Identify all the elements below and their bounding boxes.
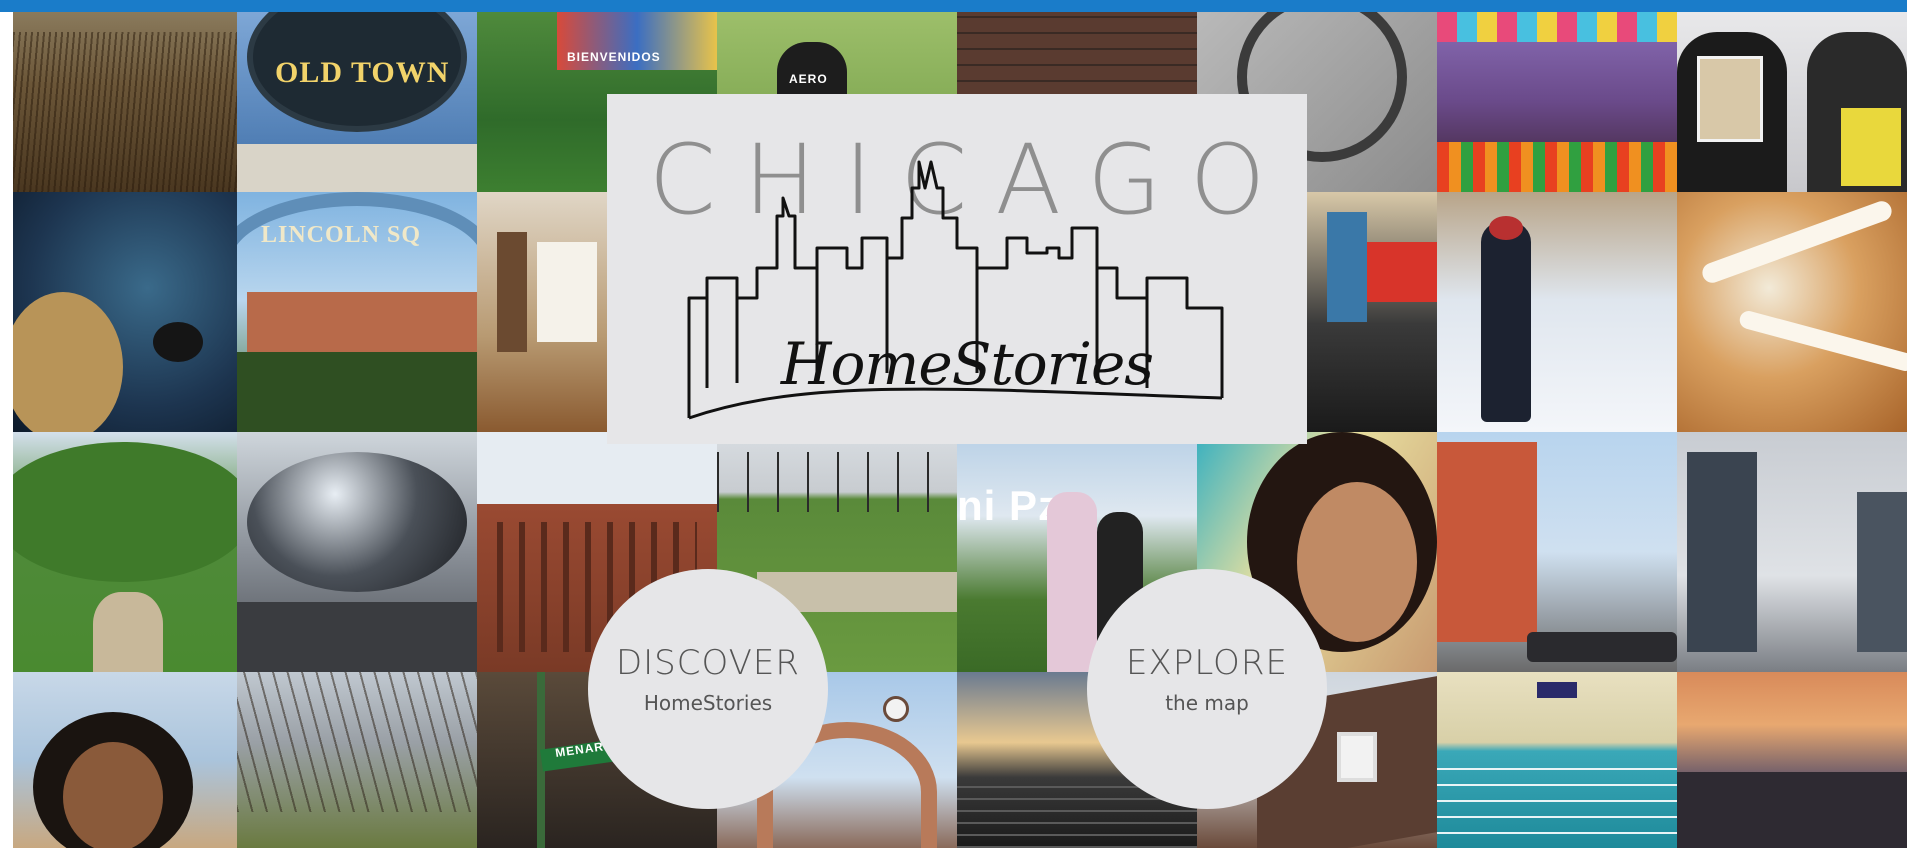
street-trees bbox=[237, 352, 477, 432]
photo-cloud-gate bbox=[237, 432, 477, 672]
top-accent-bar bbox=[0, 0, 1907, 12]
lincoln-sign-text: LINCOLN SQ bbox=[261, 222, 422, 248]
fence bbox=[717, 452, 957, 512]
tower-right bbox=[1857, 492, 1907, 652]
photo-park-path bbox=[13, 432, 237, 672]
red-wall bbox=[1357, 242, 1437, 302]
blue-wall bbox=[1327, 212, 1367, 322]
book-photo bbox=[1697, 56, 1763, 142]
fish bbox=[153, 322, 203, 362]
icing-drizzle bbox=[1699, 198, 1895, 286]
discover-title: DISCOVER bbox=[615, 643, 801, 683]
photo-pastry bbox=[1677, 192, 1907, 432]
bienvenidos-sign-text: BIENVENIDOS bbox=[567, 50, 661, 64]
grass-texture bbox=[13, 32, 237, 192]
shirt-text: AERO bbox=[789, 72, 828, 86]
photo-lakefront-portrait bbox=[13, 672, 237, 848]
plaza-ground bbox=[237, 602, 477, 672]
photo-aquarium-coral bbox=[13, 192, 237, 432]
old-town-sign-text: OLD TOWN bbox=[275, 56, 450, 89]
exhibit-panel-dark bbox=[497, 232, 527, 352]
left-gutter bbox=[0, 12, 13, 848]
face bbox=[1297, 482, 1417, 642]
photo-ofrenda-altar bbox=[1437, 12, 1677, 192]
photo-rainy-skyline bbox=[1677, 432, 1907, 672]
explore-map-button[interactable]: EXPLORE the map bbox=[1087, 569, 1327, 809]
book-yellow bbox=[1841, 108, 1901, 186]
window bbox=[1337, 732, 1377, 782]
explore-subtitle: the map bbox=[1165, 691, 1249, 715]
rooftops bbox=[1677, 772, 1907, 848]
red-hat bbox=[1489, 216, 1523, 240]
building-facade bbox=[237, 144, 477, 192]
discover-homestories-button[interactable]: DISCOVER HomeStories bbox=[588, 569, 828, 809]
bare-branches bbox=[237, 672, 477, 812]
explore-title: EXPLORE bbox=[1126, 643, 1288, 683]
photo-winter-trees bbox=[237, 672, 477, 848]
pool-lanes bbox=[1437, 762, 1677, 848]
altar-flowers bbox=[1437, 142, 1677, 192]
photo-students-books bbox=[1677, 12, 1907, 192]
walking-person bbox=[1481, 222, 1531, 422]
photo-old-town-sign: OLD TOWN bbox=[237, 12, 477, 192]
bean-sculpture bbox=[247, 452, 467, 592]
photo-prairie-grass bbox=[13, 12, 237, 192]
scoreboard bbox=[1537, 682, 1577, 698]
photo-street-corner bbox=[1437, 432, 1677, 672]
photo-lincoln-square: LINCOLN SQ bbox=[237, 192, 477, 432]
footpath bbox=[93, 592, 163, 672]
tower-left bbox=[1687, 452, 1757, 652]
photo-sunset-rooftops bbox=[1677, 672, 1907, 848]
red-building bbox=[1437, 442, 1537, 642]
hero-script-title: HomeStories bbox=[780, 330, 1154, 398]
exhibit-panel bbox=[537, 242, 597, 342]
hero-logo-panel: CHICAGO HomeStories bbox=[607, 94, 1307, 444]
icing-drizzle-2 bbox=[1737, 309, 1907, 373]
photo-snow-walk bbox=[1437, 192, 1677, 432]
coral-left bbox=[13, 292, 123, 432]
discover-subtitle: HomeStories bbox=[643, 691, 773, 715]
photo-swimming-pool bbox=[1437, 672, 1677, 848]
portrait-face bbox=[63, 742, 163, 848]
gateway-clock bbox=[883, 696, 909, 722]
street-cars bbox=[1527, 632, 1677, 662]
tree-canopy bbox=[13, 442, 237, 582]
papel-picado bbox=[1437, 12, 1677, 42]
